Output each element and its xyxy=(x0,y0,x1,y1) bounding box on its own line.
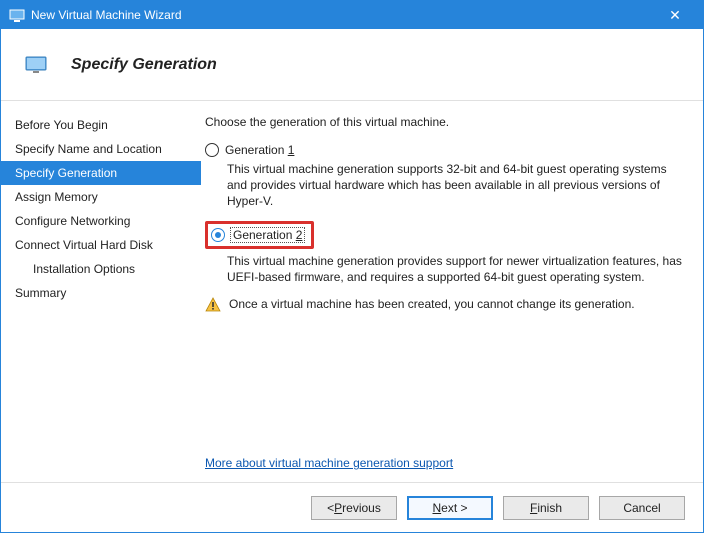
gen2-description: This virtual machine generation provides… xyxy=(227,253,685,285)
finish-button[interactable]: Finish xyxy=(503,496,589,520)
wizard-body: Before You BeginSpecify Name and Locatio… xyxy=(1,101,703,482)
sidebar-item-before-you-begin[interactable]: Before You Begin xyxy=(1,113,201,137)
sidebar-item-connect-virtual-hard-disk[interactable]: Connect Virtual Hard Disk xyxy=(1,233,201,257)
sidebar: Before You BeginSpecify Name and Locatio… xyxy=(1,101,201,482)
app-icon xyxy=(9,7,25,23)
wizard-window: New Virtual Machine Wizard ✕ Specify Gen… xyxy=(0,0,704,533)
close-icon[interactable]: ✕ xyxy=(655,7,695,24)
sidebar-item-assign-memory[interactable]: Assign Memory xyxy=(1,185,201,209)
page-title: Specify Generation xyxy=(71,56,217,74)
gen1-description: This virtual machine generation supports… xyxy=(227,161,685,209)
instruction-text: Choose the generation of this virtual ma… xyxy=(205,115,685,129)
next-button[interactable]: Next > xyxy=(407,496,493,520)
cancel-button[interactable]: Cancel xyxy=(599,496,685,520)
wizard-footer: < Previous Next > Finish Cancel xyxy=(1,482,703,532)
window-title: New Virtual Machine Wizard xyxy=(31,8,655,22)
content-pane: Choose the generation of this virtual ma… xyxy=(201,101,703,482)
help-link-row: More about virtual machine generation su… xyxy=(205,456,453,470)
radio-generation-2[interactable]: Generation 2 xyxy=(205,221,314,249)
radio-generation-1[interactable]: Generation 1 xyxy=(205,143,685,157)
titlebar: New Virtual Machine Wizard ✕ xyxy=(1,1,703,29)
sidebar-item-configure-networking[interactable]: Configure Networking xyxy=(1,209,201,233)
radio-label-gen1: Generation 1 xyxy=(225,143,294,157)
previous-button[interactable]: < Previous xyxy=(311,496,397,520)
radio-icon xyxy=(211,228,225,242)
monitor-icon xyxy=(25,56,47,74)
sidebar-item-specify-name-and-location[interactable]: Specify Name and Location xyxy=(1,137,201,161)
radio-icon xyxy=(205,143,219,157)
sidebar-item-installation-options[interactable]: Installation Options xyxy=(1,257,201,281)
warning-text: Once a virtual machine has been created,… xyxy=(229,297,635,311)
radio-label-gen2: Generation 2 xyxy=(230,227,305,243)
wizard-header: Specify Generation xyxy=(1,29,703,101)
sidebar-item-specify-generation[interactable]: Specify Generation xyxy=(1,161,201,185)
warning-row: Once a virtual machine has been created,… xyxy=(205,297,685,313)
help-link[interactable]: More about virtual machine generation su… xyxy=(205,456,453,470)
sidebar-item-summary[interactable]: Summary xyxy=(1,281,201,305)
warning-icon xyxy=(205,297,221,313)
